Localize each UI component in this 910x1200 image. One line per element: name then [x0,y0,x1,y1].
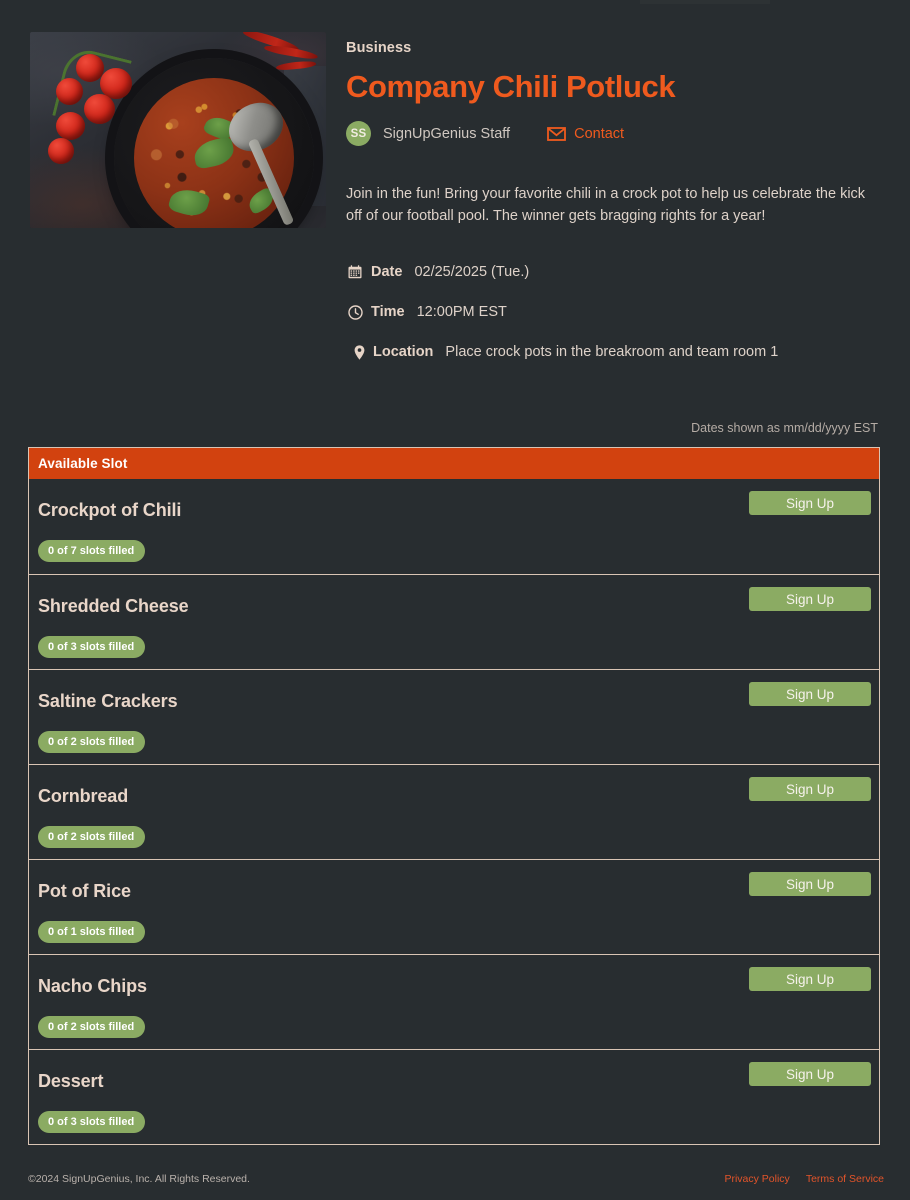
status-badge: 0 of 3 slots filled [38,1111,146,1133]
event-details-list: Date 02/25/2025 (Tue.) Time 12:00PM EST [346,263,878,361]
event-description: Join in the fun! Bring your favorite chi… [346,186,866,225]
table-row: Dessert 0 of 3 slots filled Sign Up [29,1049,879,1144]
table-row: Cornbread 0 of 2 slots filled Sign Up [29,764,879,859]
footer-links: Privacy Policy Terms of Service [724,1173,884,1185]
status-badge: 0 of 2 slots filled [38,826,146,848]
slot-title: Shredded Cheese [38,596,189,616]
hero-tomato [84,94,115,124]
status-badge: 0 of 3 slots filled [38,636,146,658]
status-badge: 0 of 2 slots filled [38,1016,146,1038]
slot-title: Crockpot of Chili [38,500,182,520]
detail-label-date: Date [371,264,403,281]
event-header-text: Business Company Chili Potluck SS SignUp… [346,32,878,361]
event-header: Business Company Chili Potluck SS SignUp… [0,0,910,361]
slot-title: Dessert [38,1071,104,1091]
terms-of-service-link[interactable]: Terms of Service [806,1173,884,1185]
event-category: Business [346,40,412,56]
calendar-icon [346,265,364,279]
dates-format-note: Dates shown as mm/dd/yyyy EST [691,421,878,435]
footer-copyright: ©2024 SignUpGenius, Inc. All Rights Rese… [28,1173,250,1185]
sign-up-button[interactable]: Sign Up [749,777,871,801]
sign-up-button[interactable]: Sign Up [749,491,871,515]
location-pin-icon [350,344,368,360]
detail-value-date: 02/25/2025 (Tue.) [414,264,530,281]
status-badge: 0 of 7 slots filled [38,540,146,562]
detail-value-location: Place crock pots in the breakroom and te… [445,344,779,361]
clock-icon [346,304,364,320]
hero-tomato [56,112,85,140]
slot-title: Saltine Crackers [38,691,178,711]
table-row: Pot of Rice 0 of 1 slots filled Sign Up [29,859,879,954]
clipped-top-element [640,0,770,4]
avatar: SS [346,121,371,147]
envelope-icon [547,126,566,141]
sign-up-button[interactable]: Sign Up [749,682,871,706]
event-hero-image [30,32,326,228]
status-badge: 0 of 1 slots filled [38,921,146,943]
table-row: Nacho Chips 0 of 2 slots filled Sign Up [29,954,879,1049]
detail-row-date: Date 02/25/2025 (Tue.) [346,263,878,281]
slot-rows-container: Crockpot of Chili 0 of 7 slots filled Sign… [29,479,879,1144]
slot-title: Pot of Rice [38,881,131,901]
detail-row-time: Time 12:00PM EST [346,303,878,321]
table-row: Crockpot of Chili 0 of 7 slots filled Sign… [29,479,879,574]
slot-table-header: Available Slot [29,448,879,479]
detail-label-time: Time [371,304,405,321]
privacy-policy-link[interactable]: Privacy Policy [724,1173,789,1185]
page-title: Company Chili Potluck [346,69,676,104]
organizer-row: SS SignUpGenius Staff Contact [346,121,878,147]
hero-tomato [56,78,83,105]
organizer-name: SignUpGenius Staff [383,125,511,142]
contact-link-label: Contact [574,125,625,142]
sign-up-button[interactable]: Sign Up [749,967,871,991]
contact-link[interactable]: Contact [547,126,624,142]
slot-title: Nacho Chips [38,976,147,996]
page-footer: ©2024 SignUpGenius, Inc. All Rights Rese… [0,1158,910,1200]
slot-table-header-label: Available Slot [38,456,128,471]
signup-page: Business Company Chili Potluck SS SignUp… [0,0,910,1200]
hero-tomato [48,138,74,164]
signup-slot-table: Available Slot Crockpot of Chili 0 of 7 s… [28,447,880,1145]
slot-title: Cornbread [38,786,129,806]
sign-up-button[interactable]: Sign Up [749,587,871,611]
table-row: Shredded Cheese 0 of 3 slots filled Sign U… [29,574,879,669]
sign-up-button[interactable]: Sign Up [749,872,871,896]
table-row: Saltine Crackers 0 of 2 slots filled Sign … [29,669,879,764]
detail-value-time: 12:00PM EST [416,304,507,321]
detail-label-location: Location [373,344,434,361]
status-badge: 0 of 2 slots filled [38,731,146,753]
sign-up-button[interactable]: Sign Up [749,1062,871,1086]
detail-row-location: Location Place crock pots in the breakro… [346,343,878,361]
